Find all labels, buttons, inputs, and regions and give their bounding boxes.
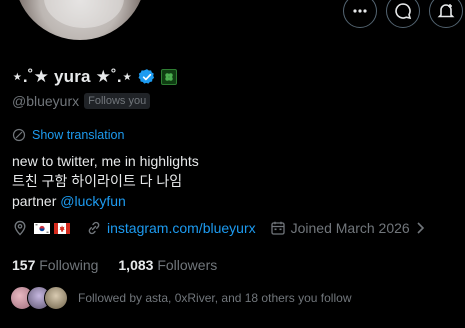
notifications-button[interactable] [429, 0, 463, 28]
bio-line-3: partner @luckyfun [12, 191, 199, 211]
joined-date: Joined March 2026 [290, 220, 410, 236]
bell-plus-icon [437, 4, 455, 18]
message-icon [395, 3, 412, 20]
translate-icon [12, 128, 26, 142]
partner-label: partner [12, 193, 57, 209]
follows-you-badge: Follows you [84, 93, 151, 109]
south-korea-flag-icon [34, 222, 50, 234]
chevron-right-icon[interactable] [414, 221, 426, 235]
partner-mention-link[interactable]: @luckyfun [60, 193, 126, 209]
location-pin-icon [14, 220, 26, 236]
more-icon [353, 9, 367, 13]
user-handle: @blueyurx [12, 93, 80, 109]
verified-badge-icon[interactable] [138, 68, 156, 86]
profile-bio: new to twitter, me in highlights 트친 구함 하… [12, 151, 199, 211]
more-button[interactable] [343, 0, 377, 28]
calendar-icon [270, 221, 285, 235]
profile-avatar[interactable] [10, 0, 150, 44]
website-link[interactable]: instagram.com/blueyurx [107, 220, 256, 236]
following-link[interactable]: 157 Following [12, 257, 98, 273]
clover-badge-icon [160, 69, 177, 85]
followers-link[interactable]: 1,083 Followers [118, 257, 217, 273]
message-button[interactable] [386, 0, 420, 28]
followers-count: 1,083 [118, 257, 154, 273]
followers-you-know-avatars [10, 286, 68, 310]
link-icon [88, 221, 100, 235]
bio-line-2: 트친 구함 하이라이트 다 나임 [12, 173, 183, 189]
following-label: Following [39, 257, 99, 273]
followers-label: Followers [157, 257, 218, 273]
show-translation-link[interactable]: Show translation [12, 128, 124, 142]
bio-line-1: new to twitter, me in highlights [12, 153, 199, 169]
followed-by-text: Followed by asta, 0xRiver, and 18 others… [78, 291, 352, 305]
profile-meta: instagram.com/blueyurx Joined March 2026 [12, 220, 426, 236]
followed-by-row[interactable]: Followed by asta, 0xRiver, and 18 others… [10, 286, 351, 310]
canada-flag-icon [54, 222, 70, 234]
following-count: 157 [12, 257, 36, 273]
show-translation-label[interactable]: Show translation [32, 128, 124, 142]
avatar [44, 286, 68, 310]
display-name: ⋆.˚★ yura ★˚.⋆ [12, 67, 133, 86]
